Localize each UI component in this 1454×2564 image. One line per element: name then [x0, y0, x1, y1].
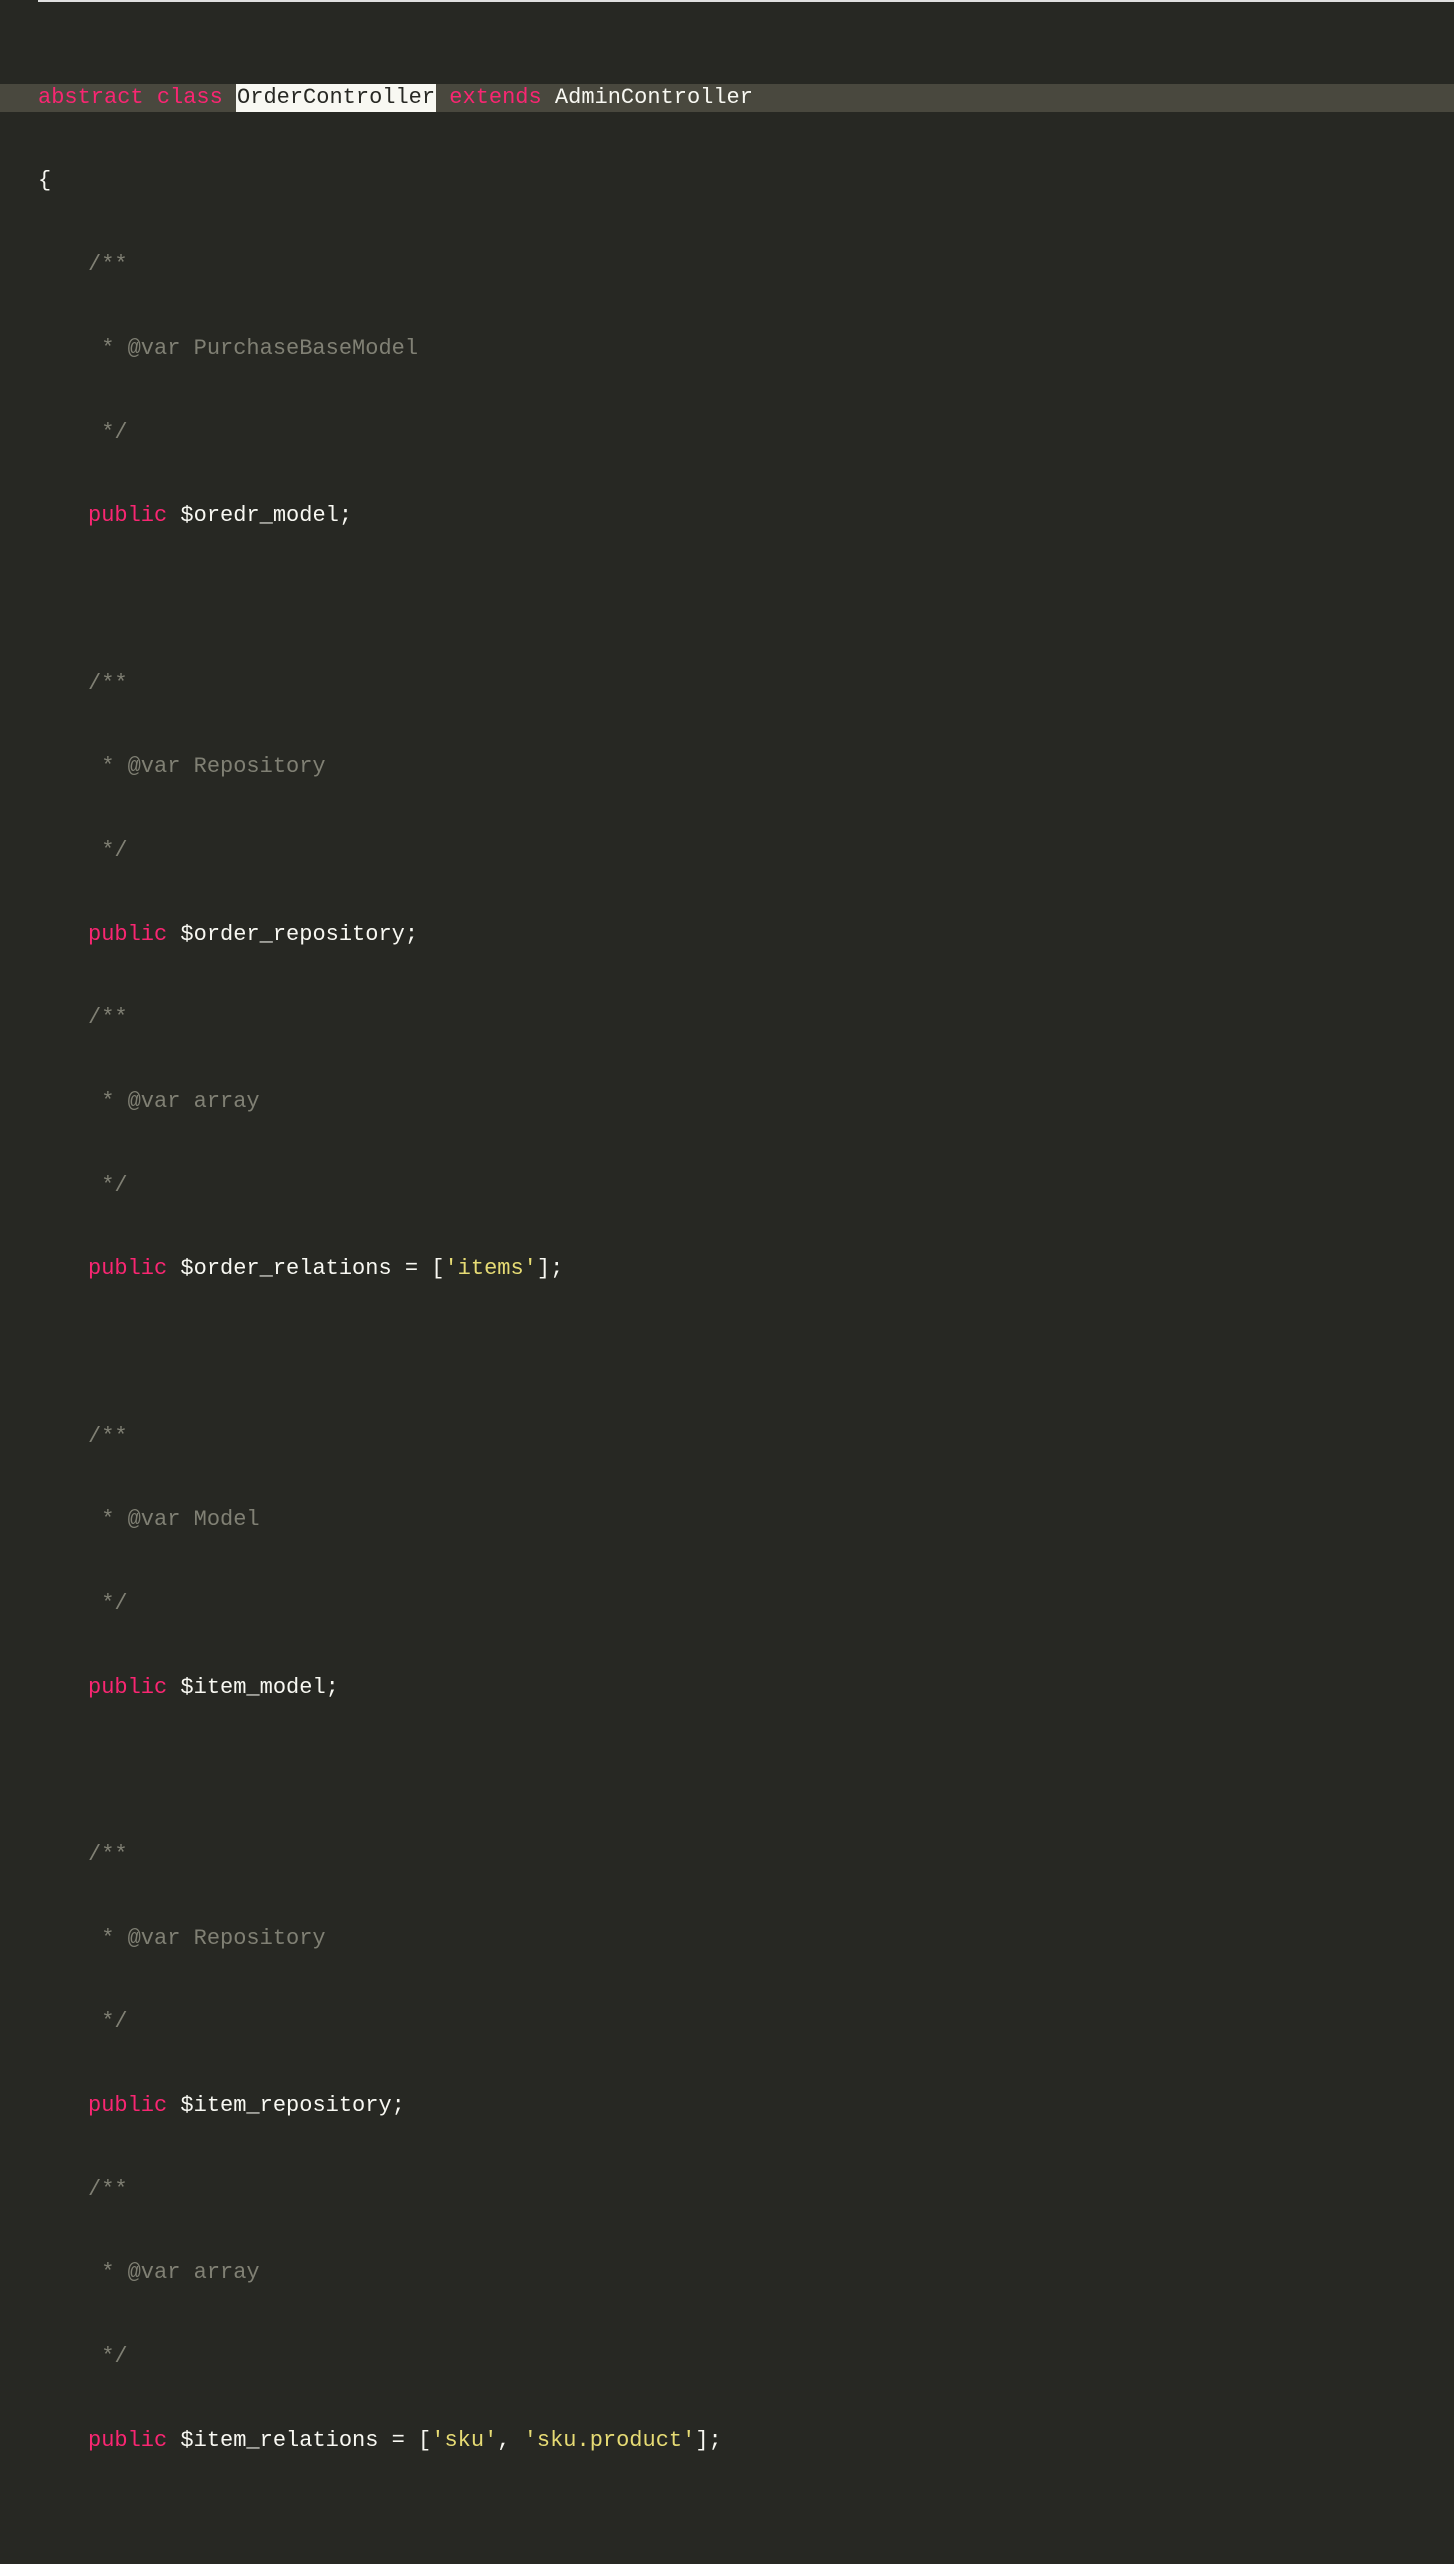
code-text: $oredr_model;: [167, 502, 352, 530]
space: [436, 84, 449, 112]
keyword-public: public: [88, 502, 167, 530]
comment: * @var Repository: [88, 1925, 326, 1953]
comment: */: [88, 2343, 128, 2371]
keyword-class: class: [157, 84, 223, 112]
code-editor[interactable]: abstract class OrderController extends A…: [0, 0, 1454, 2564]
comment: */: [88, 1172, 128, 1200]
string-literal: 'items': [444, 1255, 536, 1283]
code-line[interactable]: */: [38, 419, 1454, 447]
code-text: ];: [695, 2427, 721, 2455]
comment: /**: [88, 1423, 128, 1451]
code-line[interactable]: * @var Model: [38, 1506, 1454, 1534]
code-line[interactable]: * @var Repository: [38, 753, 1454, 781]
code-line[interactable]: public $item_model;: [38, 1674, 1454, 1702]
comment: * @var Model: [88, 1506, 260, 1534]
keyword-public: public: [88, 921, 167, 949]
keyword-public: public: [88, 1255, 167, 1283]
comment: /**: [88, 1004, 128, 1032]
comment: * @var array: [88, 1088, 260, 1116]
string-literal: 'sku': [431, 2427, 497, 2455]
selected-text: OrderController: [236, 84, 436, 112]
code-line[interactable]: * @var PurchaseBaseModel: [38, 335, 1454, 363]
code-line[interactable]: */: [38, 2343, 1454, 2371]
keyword-public: public: [88, 2427, 167, 2455]
code-text: ];: [537, 1255, 563, 1283]
comment: */: [88, 419, 128, 447]
comment: * @var Repository: [88, 753, 326, 781]
code-line-empty[interactable]: [38, 2510, 1454, 2538]
code-line[interactable]: public $item_repository;: [38, 2092, 1454, 2120]
brace-open: {: [38, 167, 51, 195]
comment: * @var PurchaseBaseModel: [88, 335, 418, 363]
comment: /**: [88, 1841, 128, 1869]
code-line[interactable]: /**: [38, 251, 1454, 279]
code-line[interactable]: public $order_relations = ['items'];: [38, 1255, 1454, 1283]
code-line[interactable]: public $item_relations = ['sku', 'sku.pr…: [38, 2427, 1454, 2455]
parent-class: AdminController: [555, 84, 753, 112]
code-text: $item_repository;: [167, 2092, 405, 2120]
code-line-empty[interactable]: [38, 1757, 1454, 1785]
code-line[interactable]: public $oredr_model;: [38, 502, 1454, 530]
code-line[interactable]: */: [38, 1172, 1454, 1200]
keyword-public: public: [88, 1674, 167, 1702]
comment: /**: [88, 670, 128, 698]
code-line[interactable]: /**: [38, 670, 1454, 698]
code-line[interactable]: /**: [38, 1841, 1454, 1869]
comment: /**: [88, 2176, 128, 2204]
code-text: $order_repository;: [167, 921, 418, 949]
comment: * @var array: [88, 2259, 260, 2287]
keyword-extends: extends: [449, 84, 541, 112]
code-line[interactable]: */: [38, 837, 1454, 865]
string-literal: 'sku.product': [524, 2427, 696, 2455]
code-line[interactable]: * @var array: [38, 1088, 1454, 1116]
code-line[interactable]: /**: [38, 1423, 1454, 1451]
space: [144, 84, 157, 112]
code-line[interactable]: {: [38, 168, 1454, 196]
top-border: [38, 0, 1454, 2]
comment: /**: [88, 251, 128, 279]
code-line-empty[interactable]: [38, 1339, 1454, 1367]
code-line[interactable]: /**: [38, 1004, 1454, 1032]
code-line-empty[interactable]: [38, 586, 1454, 614]
code-line[interactable]: * @var Repository: [38, 1925, 1454, 1953]
code-line[interactable]: */: [38, 2008, 1454, 2036]
code-text: $item_relations = [: [167, 2427, 431, 2455]
code-line[interactable]: public $order_repository;: [38, 921, 1454, 949]
code-text: ,: [497, 2427, 523, 2455]
comment: */: [88, 837, 128, 865]
code-text: $item_model;: [167, 1674, 339, 1702]
comment: */: [88, 1590, 128, 1618]
keyword-abstract: abstract: [38, 84, 144, 112]
code-line[interactable]: /**: [38, 2176, 1454, 2204]
keyword-public: public: [88, 2092, 167, 2120]
comment: */: [88, 2008, 128, 2036]
code-text: $order_relations = [: [167, 1255, 444, 1283]
space: [542, 84, 555, 112]
space: [223, 84, 236, 112]
code-line[interactable]: */: [38, 1590, 1454, 1618]
code-line-highlighted[interactable]: abstract class OrderController extends A…: [0, 84, 1454, 112]
code-line[interactable]: * @var array: [38, 2259, 1454, 2287]
